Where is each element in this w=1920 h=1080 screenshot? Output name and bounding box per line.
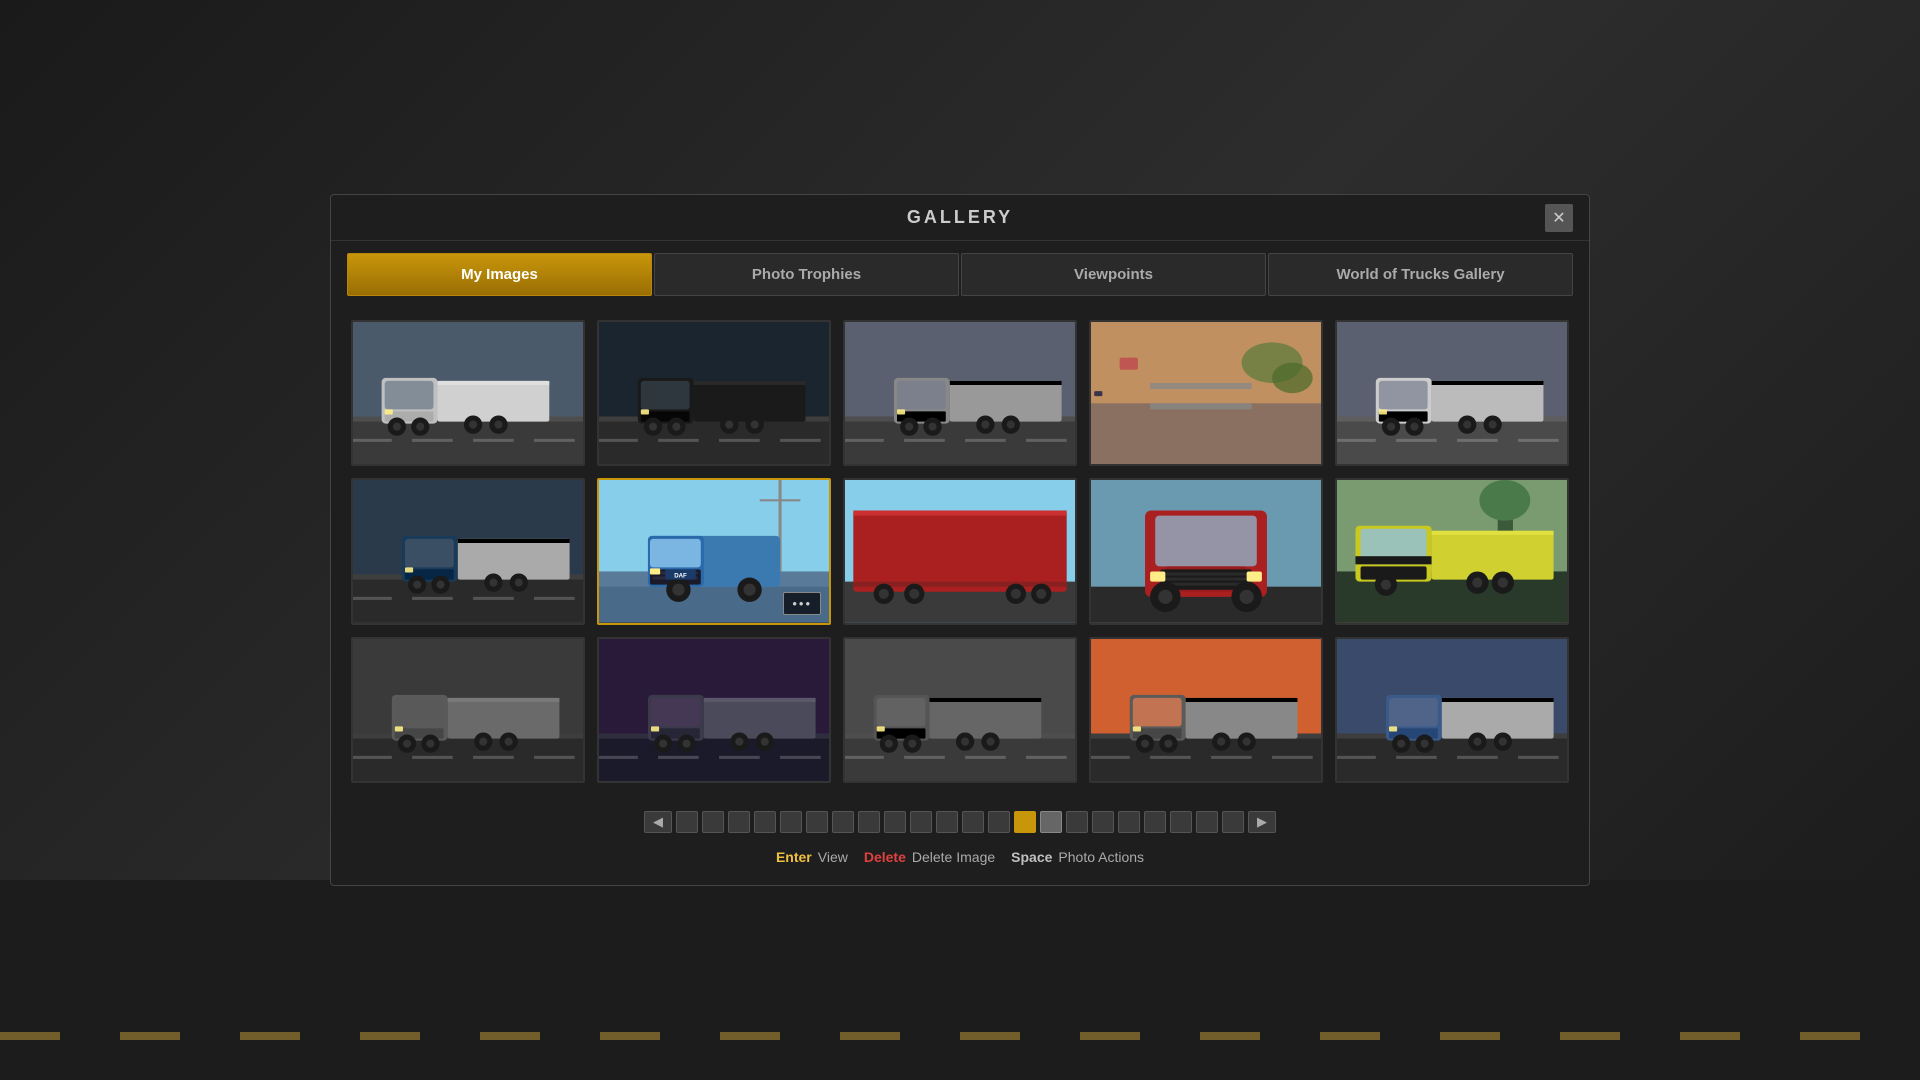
gallery-item[interactable] (1089, 637, 1323, 783)
tab-bar: My Images Photo Trophies Viewpoints Worl… (331, 241, 1589, 296)
gallery-item[interactable] (843, 320, 1077, 466)
thumbnail (1337, 322, 1567, 464)
tab-viewpoints[interactable]: Viewpoints (961, 253, 1266, 296)
gallery-grid: DAF •••↖ (331, 296, 1589, 795)
hotkey-enter-key: Enter (776, 849, 812, 865)
tab-world-of-trucks[interactable]: World of Trucks Gallery (1268, 253, 1573, 296)
page-dot[interactable] (780, 811, 802, 833)
thumbnail (599, 639, 829, 781)
page-dot[interactable] (832, 811, 854, 833)
page-dot[interactable] (1118, 811, 1140, 833)
more-options-dots[interactable]: ••• (783, 592, 821, 615)
thumbnail (1091, 639, 1321, 781)
gallery-item[interactable] (597, 637, 831, 783)
page-dot[interactable] (1170, 811, 1192, 833)
tab-my-images[interactable]: My Images (347, 253, 652, 296)
gallery-item[interactable] (351, 637, 585, 783)
page-dot[interactable] (910, 811, 932, 833)
gallery-item[interactable] (843, 637, 1077, 783)
gallery-item[interactable] (1335, 478, 1569, 624)
gallery-item[interactable]: DAF •••↖ (597, 478, 831, 624)
pagination: ◀ ▶ (331, 795, 1589, 841)
gallery-item[interactable] (1335, 637, 1569, 783)
hotkey-delete-key: Delete (864, 849, 906, 865)
hotkey-delete: Delete Delete Image (864, 849, 995, 865)
thumbnail (353, 322, 583, 464)
tab-photo-trophies[interactable]: Photo Trophies (654, 253, 959, 296)
page-dot[interactable] (728, 811, 750, 833)
thumbnail (845, 322, 1075, 464)
gallery-item[interactable] (351, 320, 585, 466)
modal-header: GALLERY ✕ (331, 195, 1589, 241)
page-dot[interactable] (1040, 811, 1062, 833)
gallery-item[interactable] (1089, 320, 1323, 466)
gallery-modal: GALLERY ✕ My Images Photo Trophies Viewp… (330, 194, 1590, 886)
road-stripe (0, 1032, 1920, 1040)
hotkey-space-label: Photo Actions (1058, 849, 1144, 865)
svg-text:DAF: DAF (674, 573, 687, 580)
page-dot[interactable] (1092, 811, 1114, 833)
page-dot[interactable] (1196, 811, 1218, 833)
page-dot[interactable] (702, 811, 724, 833)
prev-page-button[interactable]: ◀ (644, 811, 672, 833)
page-dot[interactable] (1014, 811, 1036, 833)
thumbnail (845, 639, 1075, 781)
page-dot[interactable] (962, 811, 984, 833)
gallery-item[interactable] (1089, 478, 1323, 624)
page-dot[interactable] (858, 811, 880, 833)
thumbnail (1337, 480, 1567, 622)
thumbnail (1337, 639, 1567, 781)
page-dot[interactable] (988, 811, 1010, 833)
thumbnail (1091, 322, 1321, 464)
page-dot[interactable] (1066, 811, 1088, 833)
hotkey-enter: Enter View (776, 849, 848, 865)
next-page-button[interactable]: ▶ (1248, 811, 1276, 833)
gallery-item[interactable] (597, 320, 831, 466)
thumbnail: DAF ••• (599, 480, 829, 622)
gallery-item[interactable] (843, 478, 1077, 624)
page-dot[interactable] (1222, 811, 1244, 833)
thumbnail (599, 322, 829, 464)
thumbnail (353, 639, 583, 781)
page-dot[interactable] (1144, 811, 1166, 833)
hotkey-space: Space Photo Actions (1011, 849, 1144, 865)
hotkey-bar: Enter View Delete Delete Image Space Pho… (331, 841, 1589, 865)
gallery-item[interactable] (351, 478, 585, 624)
thumbnail (845, 480, 1075, 622)
page-dot[interactable] (806, 811, 828, 833)
gallery-item[interactable] (1335, 320, 1569, 466)
thumbnail (353, 480, 583, 622)
modal-title: GALLERY (907, 207, 1013, 228)
thumbnail (1091, 480, 1321, 622)
close-button[interactable]: ✕ (1545, 204, 1573, 232)
page-dot[interactable] (676, 811, 698, 833)
page-dot[interactable] (754, 811, 776, 833)
hotkey-space-key: Space (1011, 849, 1052, 865)
bg-road (0, 880, 1920, 1080)
hotkey-enter-label: View (818, 849, 848, 865)
page-dot[interactable] (936, 811, 958, 833)
page-dot[interactable] (884, 811, 906, 833)
hotkey-delete-label: Delete Image (912, 849, 995, 865)
